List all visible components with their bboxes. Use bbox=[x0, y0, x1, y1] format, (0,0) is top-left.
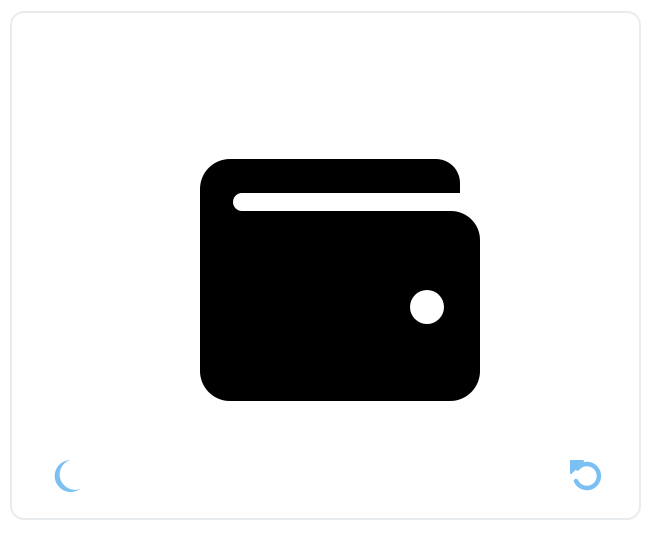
theme-toggle-button[interactable] bbox=[47, 457, 85, 495]
moon-icon bbox=[50, 458, 82, 494]
wallet-clasp bbox=[410, 290, 444, 324]
wallet-icon bbox=[198, 157, 480, 403]
reset-button[interactable] bbox=[567, 456, 605, 494]
rotate-left-icon bbox=[568, 457, 604, 493]
icon-preview-card bbox=[10, 11, 641, 520]
